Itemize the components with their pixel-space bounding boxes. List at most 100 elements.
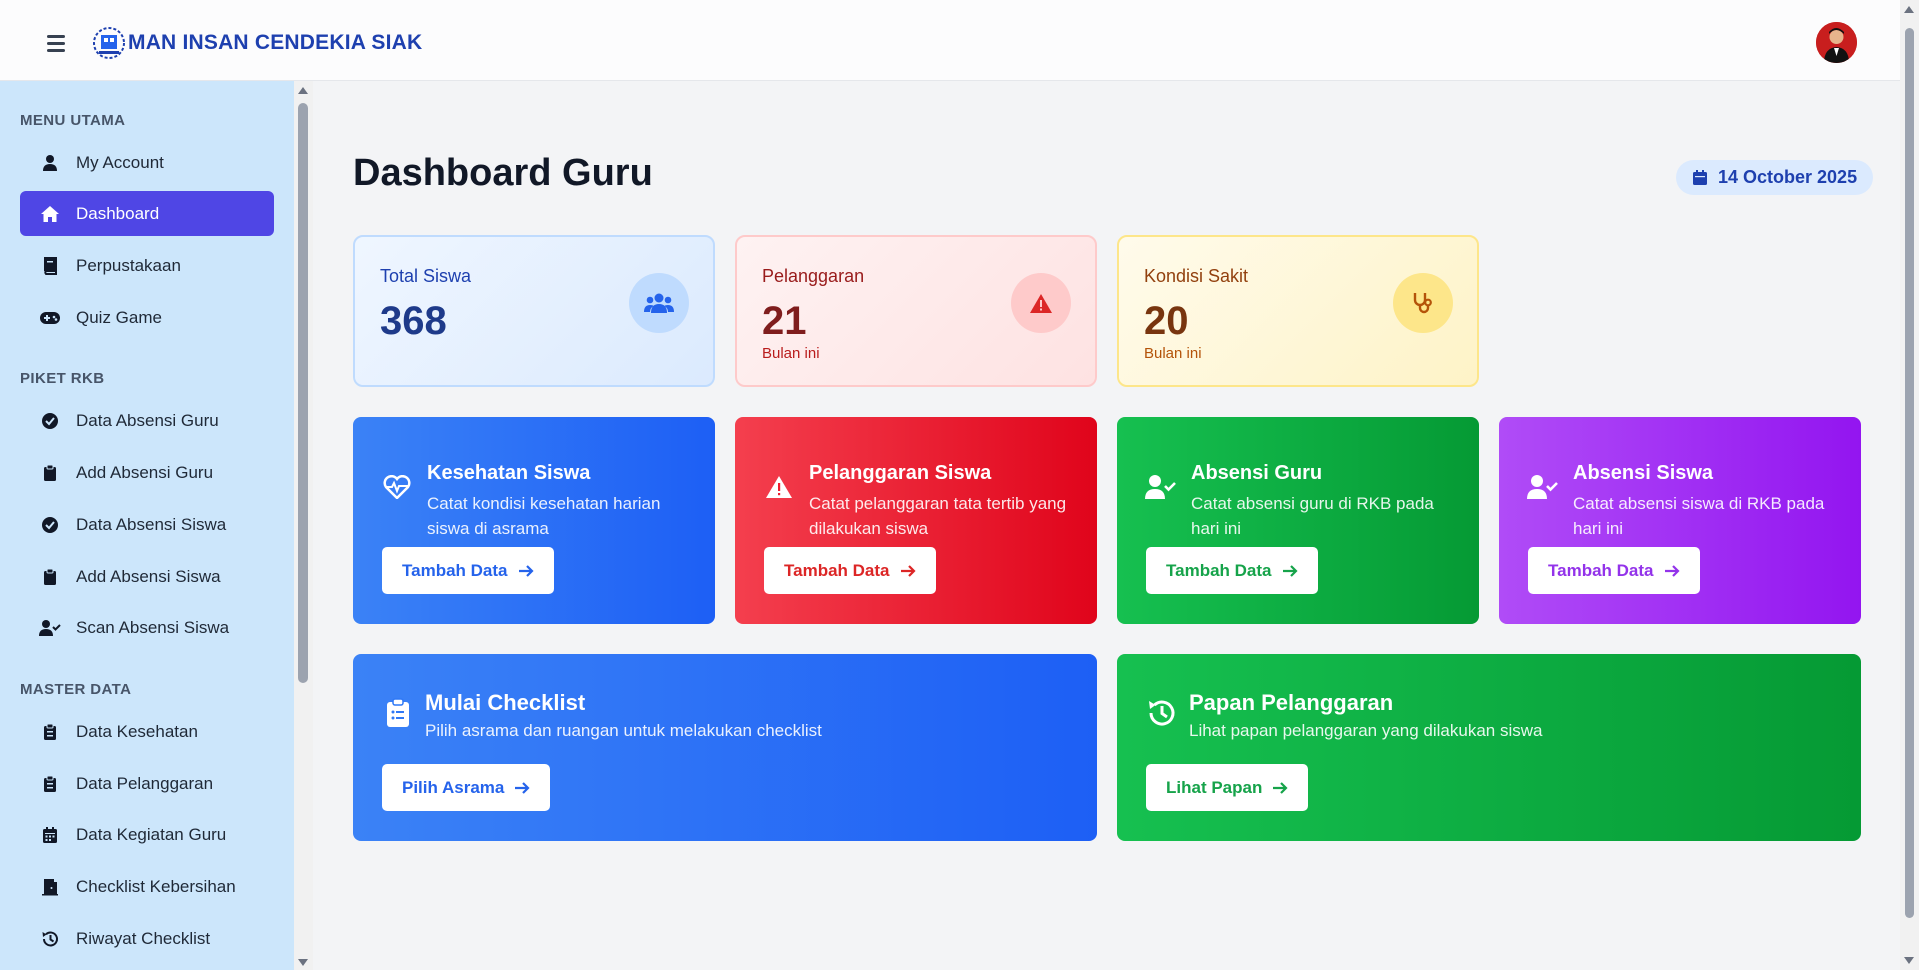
button-label: Tambah Data [1166, 560, 1272, 580]
tambah-data-button[interactable]: Tambah Data [764, 547, 936, 594]
current-date: 14 October 2025 [1718, 167, 1858, 187]
warning-icon [763, 471, 795, 503]
brand-title[interactable]: MAN INSAN CENDEKIA SIAK [128, 31, 422, 55]
sidebar-item-dashboard[interactable]: Dashboard [20, 191, 274, 236]
sidebar-item-quiz-game[interactable]: Quiz Game [20, 295, 274, 340]
history-icon [39, 928, 61, 950]
user-check-icon [39, 617, 61, 639]
card-papan-pelanggaran: Papan Pelanggaran Lihat papan pelanggara… [1117, 654, 1861, 841]
sidebar-item-label: Add Absensi Siswa [76, 566, 221, 586]
date-badge: 14 October 2025 [1676, 160, 1874, 195]
history-icon [1145, 696, 1179, 730]
sidebar-item-data-kesehatan[interactable]: Data Kesehatan [20, 709, 274, 754]
stat-label: Total Siswa [380, 266, 472, 286]
section-title-master-data: MASTER DATA [20, 681, 132, 698]
scroll-down-arrow[interactable] [1904, 957, 1914, 964]
sidebar-item-scan-absensi-siswa[interactable]: Scan Absensi Siswa [20, 605, 274, 650]
user-icon [39, 152, 61, 174]
sidebar-item-data-kegiatan-guru[interactable]: Data Kegiatan Guru [20, 812, 274, 857]
sidebar-item-data-absensi-guru[interactable]: Data Absensi Guru [20, 398, 274, 443]
action-card-absensi-siswa: Absensi Siswa Catat absensi siswa di RKB… [1499, 417, 1861, 624]
card-title: Mulai Checklist [425, 690, 586, 715]
card-desc: Lihat papan pelanggaran yang dilakukan s… [1189, 721, 1543, 740]
user-check-icon [1527, 471, 1559, 503]
card-mulai-checklist: Mulai Checklist Pilih asrama dan ruangan… [353, 654, 1097, 841]
sidebar-item-perpustakaan[interactable]: Perpustakaan [20, 243, 274, 288]
stat-label: Kondisi Sakit [1144, 266, 1249, 286]
arrow-right-icon [514, 781, 530, 795]
heart-pulse-icon [381, 471, 413, 503]
sidebar-item-my-account[interactable]: My Account [20, 140, 274, 185]
sidebar-item-data-pelanggaran[interactable]: Data Pelanggaran [20, 761, 274, 806]
scroll-up-arrow[interactable] [1904, 6, 1914, 13]
action-card-kesehatan-siswa: Kesehatan Siswa Catat kondisi kesehatan … [353, 417, 715, 624]
action-card-pelanggaran-siswa: Pelanggaran Siswa Catat pelanggaran tata… [735, 417, 1097, 624]
arrow-right-icon [518, 564, 534, 578]
section-title-piket-rkb: PIKET RKB [20, 370, 105, 387]
button-label: Tambah Data [402, 560, 508, 580]
user-avatar[interactable] [1816, 22, 1857, 63]
scroll-down-arrow[interactable] [298, 959, 308, 966]
sidebar-item-label: Data Kegiatan Guru [76, 824, 227, 844]
hamburger-icon[interactable] [47, 35, 69, 53]
school-logo[interactable] [92, 26, 126, 60]
action-title: Absensi Siswa [1573, 462, 1714, 484]
stat-sub: Bulan ini [762, 345, 820, 362]
sidebar: MENU UTAMA My Account Dashboard Perpusta… [0, 81, 294, 970]
sidebar-item-data-absensi-siswa[interactable]: Data Absensi Siswa [20, 502, 274, 547]
action-card-absensi-guru: Absensi Guru Catat absensi guru di RKB p… [1117, 417, 1479, 624]
button-label: Tambah Data [784, 560, 890, 580]
action-desc: Catat absensi guru di RKB pada hari ini [1191, 494, 1434, 538]
door-icon [39, 876, 61, 898]
scroll-thumb[interactable] [1905, 28, 1914, 918]
action-title: Pelanggaran Siswa [809, 462, 992, 484]
home-icon [39, 203, 61, 225]
sidebar-item-add-absensi-guru[interactable]: Add Absensi Guru [20, 450, 274, 495]
tambah-data-button[interactable]: Tambah Data [382, 547, 554, 594]
lihat-papan-button[interactable]: Lihat Papan [1146, 764, 1309, 811]
stat-card-kondisi-sakit: Kondisi Sakit 20 Bulan ini [1117, 235, 1479, 387]
calendar-icon [39, 824, 61, 846]
scroll-up-arrow[interactable] [298, 87, 308, 94]
clipboard-list-icon [39, 721, 61, 743]
sidebar-item-label: Perpustakaan [76, 255, 181, 275]
stat-value: 21 [762, 299, 807, 343]
sidebar-item-label: Riwayat Checklist [76, 928, 211, 948]
action-desc: Catat kondisi kesehatan harian siswa di … [427, 494, 661, 538]
sidebar-item-add-absensi-siswa[interactable]: Add Absensi Siswa [20, 554, 274, 599]
arrow-right-icon [1272, 781, 1288, 795]
check-circle-icon [39, 514, 61, 536]
sidebar-item-label: Data Absensi Siswa [76, 514, 227, 534]
arrow-right-icon [900, 564, 916, 578]
sidebar-item-label: Data Pelanggaran [76, 773, 214, 793]
pilih-asrama-button[interactable]: Pilih Asrama [382, 764, 551, 811]
tambah-data-button[interactable]: Tambah Data [1146, 547, 1318, 594]
clipboard-icon [39, 566, 61, 588]
stat-card-total-siswa: Total Siswa 368 [353, 235, 715, 387]
tambah-data-button[interactable]: Tambah Data [1528, 547, 1700, 594]
button-label: Tambah Data [1548, 560, 1654, 580]
arrow-right-icon [1664, 564, 1680, 578]
action-title: Kesehatan Siswa [427, 462, 591, 484]
stethoscope-icon [1393, 273, 1453, 333]
users-icon [629, 273, 689, 333]
gamepad-icon [39, 307, 61, 329]
button-label: Pilih Asrama [402, 777, 505, 797]
stat-sub: Bulan ini [1144, 345, 1202, 362]
card-desc: Pilih asrama dan ruangan untuk melakukan… [425, 721, 822, 740]
scroll-thumb[interactable] [298, 103, 308, 683]
sidebar-scrollbar[interactable] [294, 81, 313, 970]
calendar-icon [1692, 169, 1708, 186]
page-scrollbar[interactable] [1900, 0, 1919, 970]
sidebar-item-riwayat-checklist[interactable]: Riwayat Checklist [20, 916, 274, 961]
sidebar-item-label: Data Absensi Guru [76, 410, 219, 430]
sidebar-item-label: Data Kesehatan [76, 721, 198, 741]
page-title: Dashboard Guru [353, 152, 653, 194]
action-desc: Catat absensi siswa di RKB pada hari ini [1573, 494, 1825, 538]
sidebar-item-label: Add Absensi Guru [76, 462, 214, 482]
warning-icon [1011, 273, 1071, 333]
clipboard-list-icon [39, 773, 61, 795]
sidebar-item-label: Scan Absensi Siswa [76, 617, 230, 637]
sidebar-item-checklist-kebersihan[interactable]: Checklist Kebersihan [20, 864, 274, 909]
user-check-icon [1145, 471, 1177, 503]
